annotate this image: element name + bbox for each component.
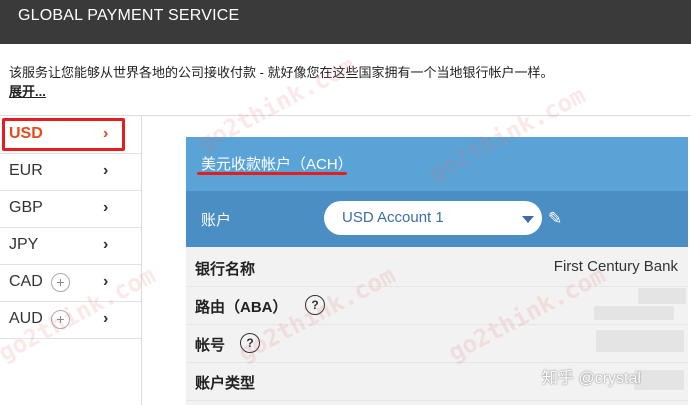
row-key: 路由（ABA） [195, 299, 288, 316]
redacted-value [638, 288, 686, 304]
row-key: 账户类型 [195, 375, 256, 392]
usd-highlight-annotation [2, 118, 125, 151]
sidebar-item-gbp[interactable]: GBP › [0, 190, 141, 228]
sidebar-item-label: CAD [9, 273, 43, 290]
routing-row: 路由（ABA） ? [186, 286, 688, 325]
account-selector-row: 账户 USD Account 1 ✎ [186, 191, 688, 247]
sidebar-item-eur[interactable]: EUR › [0, 153, 141, 191]
chevron-right-icon: › [103, 236, 109, 253]
top-bar: GLOBAL PAYMENT SERVICE [0, 0, 691, 44]
expand-link[interactable]: 展开... [9, 81, 46, 100]
bank-name-row: 银行名称 First Century Bank [186, 248, 688, 287]
panel-title: 美元收款帐户（ACH） [201, 156, 353, 173]
sidebar-item-label: EUR [9, 162, 43, 179]
sidebar-item-label: GBP [9, 199, 43, 216]
title-underline-annotation [197, 172, 347, 175]
row-key: 帐号 [195, 337, 226, 354]
caret-down-icon [522, 216, 534, 223]
account-label: 账户 [201, 212, 232, 229]
sidebar-item-label: JPY [9, 236, 39, 253]
service-description: 该服务让您能够从世界各地的公司接收付款 - 就好像您在这些国家拥有一个当地银行帐… [9, 65, 554, 80]
redacted-value [596, 330, 684, 352]
row-key: 银行名称 [195, 261, 256, 278]
author-credit: 知乎 @crystal [542, 370, 641, 387]
app-title: GLOBAL PAYMENT SERVICE [18, 7, 240, 24]
currency-sidebar: USD › EUR › GBP › JPY › CAD + › AUD + › [0, 116, 142, 405]
account-select-value: USD Account 1 [342, 209, 444, 226]
chevron-right-icon: › [103, 162, 109, 179]
redacted-value [594, 306, 674, 320]
pencil-icon[interactable]: ✎ [548, 209, 562, 229]
redacted-value [634, 370, 684, 390]
account-select[interactable]: USD Account 1 [324, 201, 542, 235]
sidebar-item-jpy[interactable]: JPY › [0, 227, 141, 265]
chevron-right-icon: › [103, 199, 109, 216]
add-currency-icon[interactable]: + [51, 273, 70, 292]
